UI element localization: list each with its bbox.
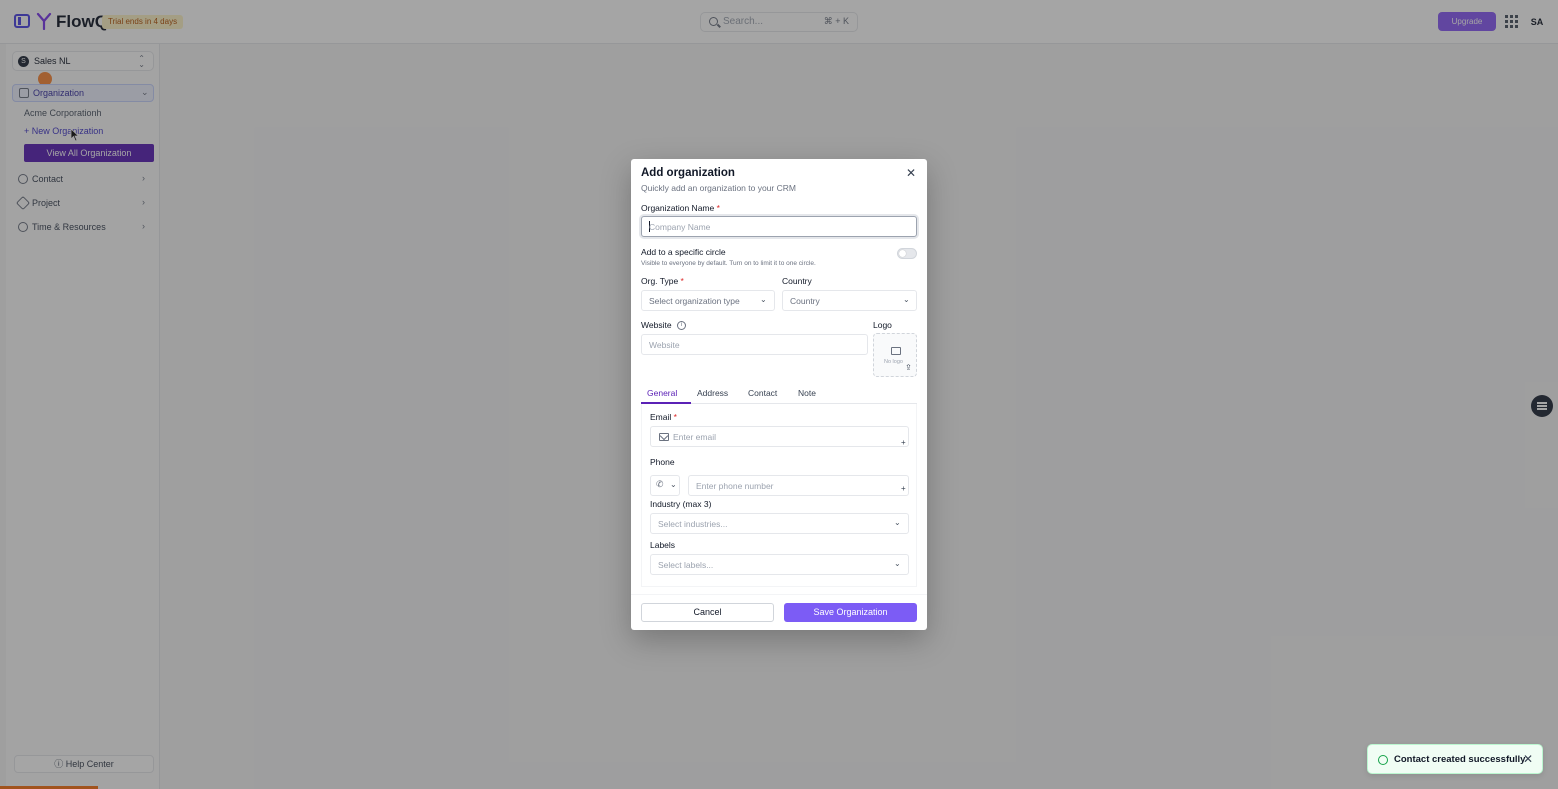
save-organization-button[interactable]: Save Organization — [784, 603, 917, 622]
website-label: Website — [641, 320, 672, 330]
input-placeholder: Enter phone number — [696, 481, 774, 491]
tab-general[interactable]: General — [647, 388, 677, 398]
add-phone-icon[interactable]: + — [901, 484, 906, 493]
organization-name-input[interactable]: Company Name — [641, 216, 917, 237]
chevron-down-icon: ⌄ — [903, 295, 910, 304]
dialog-subtitle: Quickly add an organization to your CRM — [641, 183, 796, 193]
input-placeholder: Company Name — [649, 222, 711, 232]
phone-label: Phone — [650, 457, 675, 467]
email-field[interactable]: Enter email — [650, 426, 909, 447]
check-circle-icon — [1378, 755, 1388, 765]
no-logo-text: No logo — [884, 359, 903, 365]
select-placeholder: Select organization type — [649, 296, 740, 306]
cancel-button[interactable]: Cancel — [641, 603, 774, 622]
logo-label: Logo — [873, 320, 892, 330]
website-input[interactable]: Website — [641, 334, 868, 355]
chevron-down-icon: ⌄ — [894, 559, 901, 568]
add-email-icon[interactable]: + — [901, 438, 906, 447]
label-text: Email — [650, 412, 672, 422]
add-organization-dialog: Add organization Quickly add an organiza… — [631, 159, 927, 630]
tab-contact[interactable]: Contact — [748, 388, 777, 398]
circle-help-text: Visible to everyone by default. Turn on … — [641, 260, 816, 267]
upload-icon[interactable]: ⇪ — [905, 363, 912, 372]
mail-icon — [659, 433, 669, 441]
tab-note[interactable]: Note — [798, 388, 816, 398]
phone-icon: ✆ — [656, 479, 664, 489]
dialog-title: Add organization — [641, 167, 735, 179]
tab-bar: General Address Contact Note — [641, 385, 917, 404]
required-marker: * — [680, 276, 684, 286]
organization-name-label: Organization Name * — [641, 203, 720, 213]
org-type-select[interactable]: Select organization type ⌄ — [641, 290, 775, 311]
required-marker: * — [673, 412, 677, 422]
labels-select[interactable]: Select labels... ⌄ — [650, 554, 909, 575]
general-tab-panel: Email * Enter email + Phone ✆ ⌄ Enter ph… — [641, 404, 917, 587]
image-icon — [891, 347, 901, 355]
industry-select[interactable]: Select industries... ⌄ — [650, 513, 909, 534]
phone-input[interactable]: Enter phone number — [688, 475, 909, 496]
close-icon[interactable]: ✕ — [1523, 752, 1533, 766]
footer-divider — [631, 594, 927, 595]
country-label: Country — [782, 276, 812, 286]
country-select[interactable]: Country ⌄ — [782, 290, 917, 311]
industry-label: Industry (max 3) — [650, 499, 712, 509]
select-placeholder: Select labels... — [658, 560, 714, 570]
phone-country-code-select[interactable]: ✆ ⌄ — [650, 475, 680, 496]
chevron-down-icon: ⌄ — [760, 295, 767, 304]
input-placeholder: Enter email — [673, 432, 716, 442]
close-icon[interactable]: ✕ — [906, 167, 916, 179]
success-toast: Contact created successfully ✕ — [1367, 744, 1543, 774]
logo-upload[interactable]: No logo ⇪ — [873, 333, 917, 377]
required-marker: * — [716, 203, 720, 213]
label-text: Organization Name — [641, 203, 715, 213]
chevron-down-icon: ⌄ — [894, 518, 901, 527]
org-type-label: Org. Type * — [641, 276, 684, 286]
info-icon[interactable]: i — [677, 321, 686, 330]
input-placeholder: Website — [649, 340, 680, 350]
circle-toggle[interactable] — [897, 248, 917, 259]
labels-label: Labels — [650, 540, 676, 550]
label-text: Org. Type — [641, 276, 679, 286]
select-placeholder: Country — [790, 296, 820, 306]
chevron-down-icon: ⌄ — [670, 480, 677, 489]
email-label: Email * — [650, 412, 677, 422]
circle-label: Add to a specific circle — [641, 247, 726, 257]
tab-address[interactable]: Address — [697, 388, 728, 398]
toast-message: Contact created successfully — [1394, 754, 1526, 765]
select-placeholder: Select industries... — [658, 519, 728, 529]
